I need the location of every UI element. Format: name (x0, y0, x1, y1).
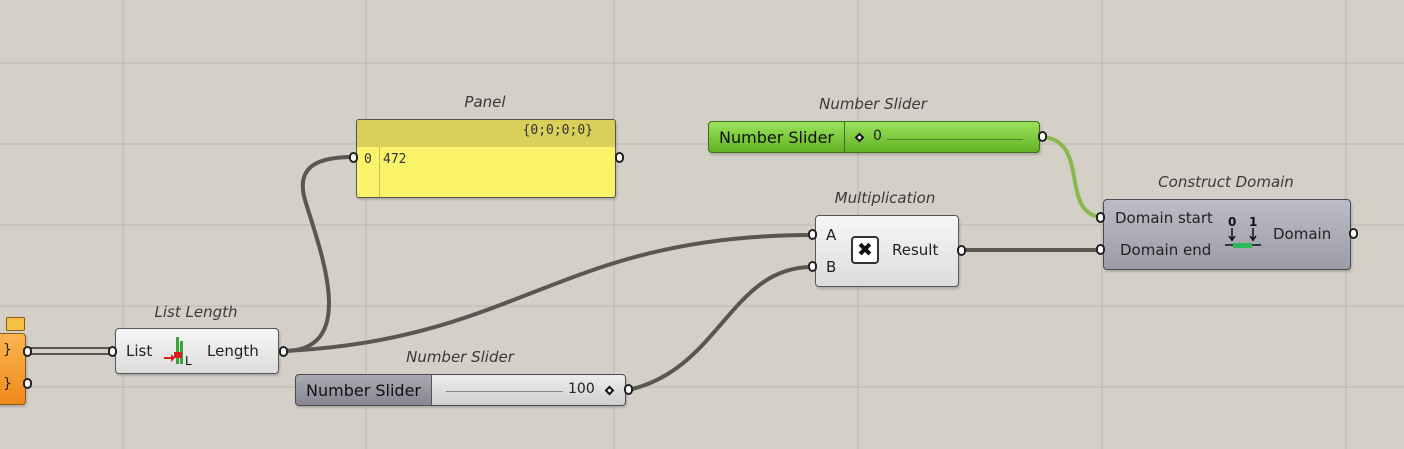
wire-slider-to-domain-start[interactable] (1040, 135, 1102, 219)
panel-title: Panel (464, 93, 506, 111)
multiplication-component[interactable]: A B ✖ Result (815, 215, 959, 287)
left-component-flag[interactable] (6, 317, 25, 331)
svg-text:1: 1 (1249, 215, 1257, 229)
wire-length-to-multiplication-a[interactable] (282, 233, 814, 353)
list-length-component[interactable]: List L Length (115, 328, 279, 374)
slider-top-handle[interactable] (854, 132, 865, 143)
construct-domain-component[interactable]: Domain start Domain end 0 1 Domain (1103, 199, 1351, 270)
slider-top-title: Number Slider (819, 95, 927, 113)
slider-top-output-grip[interactable] (1038, 131, 1047, 142)
left-output-grip-2[interactable] (23, 378, 32, 389)
slider-bottom-value: 100 (568, 381, 595, 397)
slider-bottom-output-grip[interactable] (624, 384, 633, 395)
multiplication-input-a-label: A (826, 226, 837, 244)
panel-header: {0;0;0;0} (357, 120, 615, 147)
panel-row-value: 472 (383, 152, 407, 167)
svg-text:L: L (185, 354, 192, 368)
slider-top-track[interactable] (887, 132, 1023, 140)
wire-length-to-panel[interactable] (282, 155, 355, 353)
panel-output-grip[interactable] (615, 152, 624, 163)
multiply-icon: ✖ (851, 236, 879, 264)
panel-row-index: 0 (364, 152, 372, 167)
left-output-grip-1[interactable] (23, 346, 32, 357)
construct-domain-end-grip[interactable] (1096, 244, 1105, 255)
multiplication-input-a-grip[interactable] (808, 229, 817, 240)
list-length-title: List Length (154, 303, 238, 321)
multiplication-output-label: Result (892, 241, 939, 259)
list-length-output-label: Length (207, 342, 259, 360)
left-component[interactable]: } } (0, 333, 26, 405)
multiplication-input-b-grip[interactable] (808, 261, 817, 272)
left-component-row-1: } (3, 342, 12, 358)
construct-domain-output-grip[interactable] (1349, 228, 1358, 239)
construct-domain-start-label: Domain start (1115, 209, 1213, 227)
construct-domain-title: Construct Domain (1158, 173, 1294, 191)
wire-slider-to-multiplication-b[interactable] (626, 265, 814, 392)
construct-domain-start-grip[interactable] (1096, 212, 1105, 223)
multiplication-title: Multiplication (834, 189, 936, 207)
left-component-row-2: } (3, 376, 12, 392)
construct-domain-end-label: Domain end (1120, 241, 1212, 259)
multiplication-output-grip[interactable] (957, 245, 966, 256)
slider-bottom-component[interactable]: Number Slider 100 (295, 374, 626, 406)
slider-bottom-track[interactable] (446, 384, 563, 392)
list-length-output-grip[interactable] (279, 346, 288, 357)
list-length-icon: L (164, 337, 192, 368)
panel-path: {0;0;0;0} (522, 123, 593, 138)
panel-component[interactable]: {0;0;0;0} 0 472 (356, 119, 616, 198)
svg-text:0: 0 (1228, 215, 1236, 229)
construct-domain-icon: 0 1 (1225, 215, 1261, 248)
slider-top-label: Number Slider (709, 122, 845, 152)
slider-top-component[interactable]: Number Slider 0 (708, 121, 1040, 153)
slider-bottom-title: Number Slider (406, 348, 514, 366)
wire-left-to-list[interactable] (27, 347, 113, 355)
list-length-input-label: List (126, 342, 153, 360)
construct-domain-output-label: Domain (1273, 225, 1332, 243)
slider-top-value: 0 (873, 128, 882, 144)
panel-index-divider (379, 147, 380, 197)
panel-input-grip[interactable] (349, 152, 358, 163)
list-length-input-grip[interactable] (108, 346, 117, 357)
slider-bottom-label: Number Slider (296, 375, 432, 405)
multiplication-input-b-label: B (826, 258, 837, 276)
